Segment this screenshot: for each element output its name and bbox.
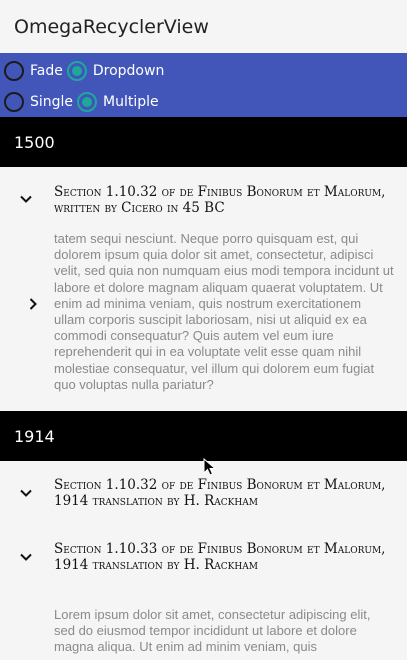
chevron-down-icon[interactable]	[18, 549, 34, 565]
item-title: Section 1.10.32 of de Finibus Bonorum et…	[54, 184, 386, 216]
radio-dropdown-circle[interactable]	[66, 60, 87, 81]
item-title: Section 1.10.32 of de Finibus Bonorum et…	[54, 477, 386, 510]
selection-options-row: Single Multiple	[0, 86, 407, 117]
radio-dropdown-label: Dropdown	[92, 62, 165, 79]
radio-fade-circle[interactable]	[4, 60, 24, 81]
radio-dropdown[interactable]: Dropdown	[66, 60, 165, 81]
radio-single-label: Single	[30, 93, 74, 110]
item-body-block[interactable]: tatem sequi nesciunt. Neque porro quisqu…	[0, 216, 407, 411]
app-title: OmegaRecyclerView	[14, 15, 209, 38]
radio-single[interactable]: Single	[4, 91, 74, 112]
chevron-down-icon[interactable]	[18, 191, 34, 207]
item-body-text: tatem sequi nesciunt. Neque porro quisqu…	[54, 231, 394, 392]
radio-multiple-label: Multiple	[103, 93, 159, 110]
section-header-1500[interactable]: 1500	[0, 117, 407, 167]
section-header-1914[interactable]: 1914	[0, 411, 407, 462]
radio-fade[interactable]: Fade	[4, 60, 63, 81]
radio-fade-label: Fade	[30, 62, 63, 79]
item-body-text: Lorem ipsum dolor sit amet, consectetur …	[54, 607, 371, 655]
chevron-down-icon[interactable]	[18, 485, 34, 501]
item-body-block[interactable]: Lorem ipsum dolor sit amet, consectetur …	[0, 573, 407, 656]
mouse-pointer-icon	[203, 458, 217, 476]
list-item[interactable]: Section 1.10.32 of de Finibus Bonorum et…	[0, 167, 407, 216]
chevron-right-icon[interactable]	[25, 296, 41, 312]
radio-multiple-circle[interactable]	[77, 91, 98, 112]
options-panel: Fade Dropdown Single Multiple	[0, 53, 407, 117]
animation-options-row: Fade Dropdown	[0, 55, 407, 86]
app-bar: OmegaRecyclerView	[0, 0, 407, 53]
radio-single-circle[interactable]	[4, 91, 24, 112]
section-header-label: 1500	[14, 132, 55, 152]
item-title: Section 1.10.33 of de Finibus Bonorum et…	[54, 541, 386, 574]
section-header-label: 1914	[14, 426, 55, 446]
radio-multiple[interactable]: Multiple	[77, 91, 159, 112]
list-item[interactable]: Section 1.10.33 of de Finibus Bonorum et…	[0, 509, 407, 573]
